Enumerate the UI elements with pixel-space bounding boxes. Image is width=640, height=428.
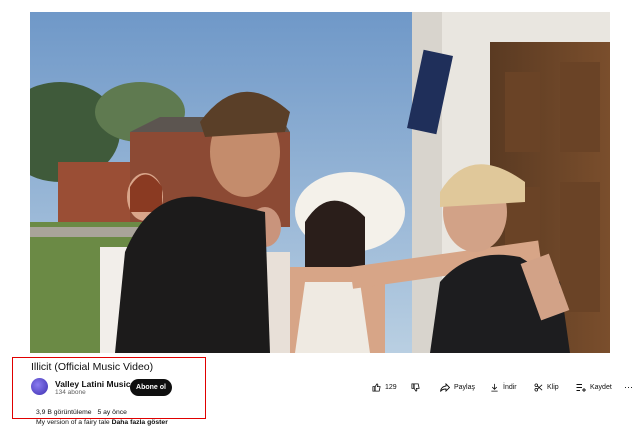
playlist-add-icon xyxy=(576,383,586,392)
save-button[interactable]: Kaydet xyxy=(576,379,612,395)
description-text[interactable]: My version of a fairy tale Daha fazla gö… xyxy=(36,419,168,426)
save-label: Kaydet xyxy=(590,383,612,391)
video-frame xyxy=(30,12,610,353)
clip-label: Klip xyxy=(547,383,559,391)
more-horizontal-icon: ⋯ xyxy=(624,381,633,392)
thumbs-up-icon xyxy=(372,382,381,392)
show-more-link[interactable]: Daha fazla göster xyxy=(112,419,168,426)
thumbs-down-icon xyxy=(411,382,420,392)
share-label: Paylaş xyxy=(454,383,476,391)
highlight-box xyxy=(12,357,206,419)
dislike-button[interactable] xyxy=(411,379,424,395)
like-count: 129 xyxy=(385,383,397,391)
share-button[interactable]: Paylaş xyxy=(440,379,475,395)
clip-button[interactable]: Klip xyxy=(534,379,559,395)
more-actions-button[interactable]: ⋯ xyxy=(624,379,637,395)
video-player[interactable] xyxy=(30,12,610,353)
like-button[interactable]: 129 xyxy=(372,379,397,395)
scissors-icon xyxy=(534,382,543,392)
download-icon xyxy=(491,383,498,392)
download-label: İndir xyxy=(503,383,517,391)
description-snippet: My version of a fairy tale xyxy=(36,419,110,426)
share-icon xyxy=(440,382,450,392)
download-button[interactable]: İndir xyxy=(490,379,517,395)
